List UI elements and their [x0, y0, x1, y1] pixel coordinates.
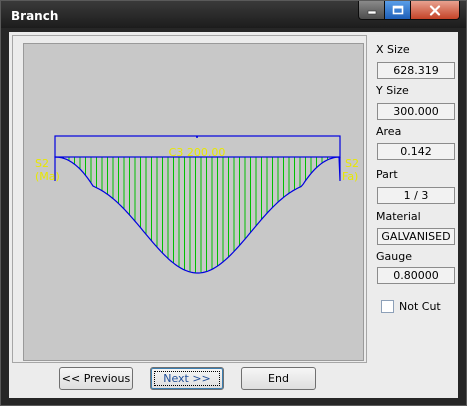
title-bar[interactable]: Branch: [1, 1, 466, 28]
left-seam-label: S2: [35, 157, 49, 170]
maximize-icon: [392, 5, 403, 15]
minimize-icon: [367, 10, 376, 15]
end-button[interactable]: End: [241, 367, 316, 390]
branch-drawing-svg: C3 200.00 S2 (Ma) S2 Fa): [35, 135, 359, 274]
material-field[interactable]: GALVANISED: [377, 228, 455, 245]
right-seam-label: S2: [345, 157, 359, 170]
x-size-field[interactable]: 628.319: [377, 62, 455, 79]
right-seam-sublabel: Fa): [342, 170, 358, 183]
y-size-label: Y Size: [376, 84, 409, 97]
branch-drawing[interactable]: C3 200.00 S2 (Ma) S2 Fa): [23, 43, 364, 361]
next-button-label: Next >>: [163, 372, 211, 385]
dialog-body: C3 200.00 S2 (Ma) S2 Fa) X Size 628.319 …: [9, 32, 458, 398]
close-icon: [429, 4, 441, 16]
gauge-field[interactable]: 0.80000: [377, 267, 455, 284]
area-field[interactable]: 0.142: [377, 143, 455, 160]
collar-marker: [196, 136, 198, 138]
next-button[interactable]: Next >>: [150, 367, 224, 390]
window-controls: [358, 1, 460, 20]
previous-button-label: << Previous: [61, 372, 131, 385]
x-size-label: X Size: [376, 43, 410, 56]
previous-button[interactable]: << Previous: [59, 367, 133, 390]
area-label: Area: [376, 125, 402, 138]
left-seam-sublabel: (Ma): [35, 170, 60, 183]
minimize-button[interactable]: [359, 1, 385, 19]
hatch-lines: [55, 156, 340, 273]
window-title: Branch: [11, 9, 59, 23]
y-size-field[interactable]: 300.000: [377, 103, 455, 120]
not-cut-checkbox[interactable]: Not Cut: [381, 298, 441, 314]
maximize-button[interactable]: [385, 1, 411, 19]
center-label: C3 200.00: [169, 146, 226, 159]
close-button[interactable]: [411, 1, 459, 19]
branch-window: Branch C3 200.00 S2 (Ma) S2 Fa) X Size 6…: [0, 0, 467, 406]
gauge-label: Gauge: [376, 250, 412, 263]
material-label: Material: [376, 210, 421, 223]
part-label: Part: [376, 168, 398, 181]
part-field[interactable]: 1 / 3: [377, 187, 455, 204]
end-button-label: End: [268, 372, 289, 385]
branch-profile-outline: [54, 156, 341, 274]
drawing-group: C3 200.00 S2 (Ma) S2 Fa): [12, 35, 367, 363]
not-cut-checkbox-box[interactable]: [381, 299, 394, 313]
not-cut-label: Not Cut: [399, 299, 441, 313]
